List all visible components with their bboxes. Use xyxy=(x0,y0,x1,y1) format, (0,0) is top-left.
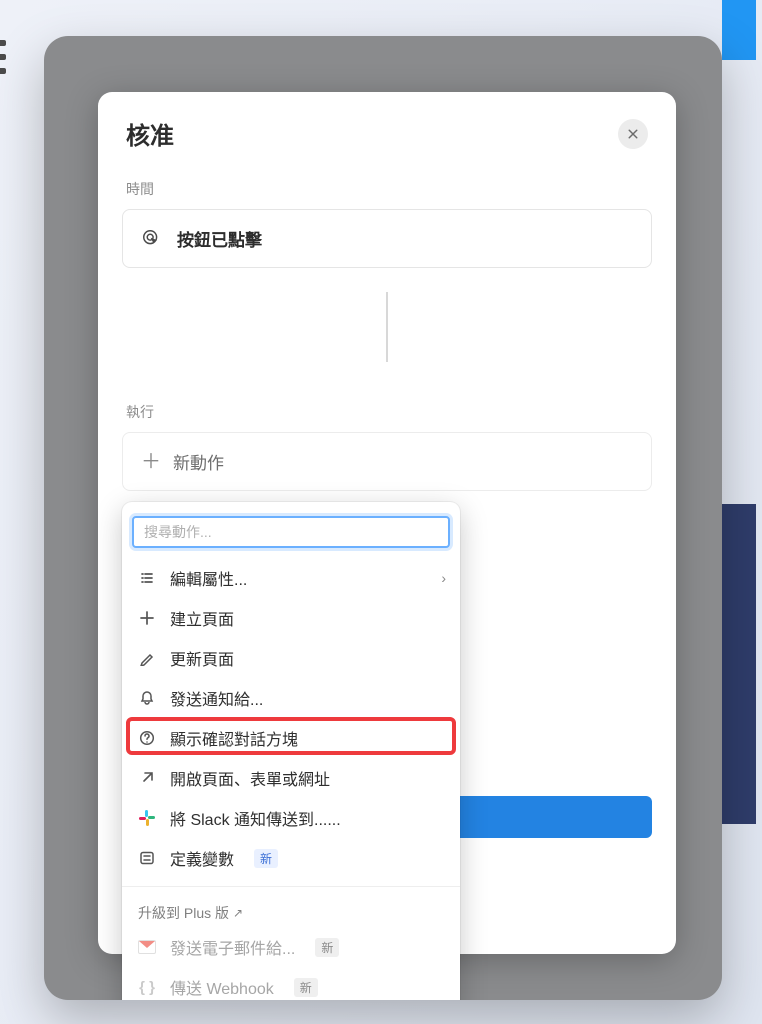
bell-icon xyxy=(138,689,156,707)
new-badge: 新 xyxy=(254,849,278,868)
braces-icon: { } xyxy=(138,978,156,996)
menu-item-slack-notification[interactable]: 將 Slack 通知傳送到...... xyxy=(122,798,460,838)
menu-item-label: 建立頁面 xyxy=(170,606,234,630)
new-action-label: 新動作 xyxy=(173,449,224,474)
menu-item-show-confirm-dialog[interactable]: 顯示確認對話方塊 xyxy=(122,718,460,758)
help-circle-icon xyxy=(138,729,156,747)
search-input[interactable] xyxy=(132,516,450,548)
hamburger-icon xyxy=(0,40,10,82)
menu-item-define-variable[interactable]: 定義變數 新 xyxy=(122,838,460,878)
chevron-right-icon: › xyxy=(441,570,446,586)
section-label-time: 時間 xyxy=(98,179,676,209)
menu-item-send-email[interactable]: 發送電子郵件給... 新 xyxy=(122,927,460,967)
new-badge: 新 xyxy=(294,978,318,997)
menu-item-open-page[interactable]: 開啟頁面、表單或網址 xyxy=(122,758,460,798)
plus-icon xyxy=(138,609,156,627)
bg-accent-side xyxy=(722,504,756,824)
slack-icon xyxy=(138,809,156,827)
plus-icon: ＋ xyxy=(141,452,161,472)
menu-item-update-page[interactable]: 更新頁面 xyxy=(122,638,460,678)
menu-item-create-page[interactable]: 建立頁面 xyxy=(122,598,460,638)
trigger-card[interactable]: 按鈕已點擊 xyxy=(122,209,652,268)
modal-header: 核准 xyxy=(98,92,676,179)
menu-item-edit-properties[interactable]: 編輯屬性... › xyxy=(122,558,460,598)
menu-item-label: 將 Slack 通知傳送到...... xyxy=(170,806,341,830)
modal-title: 核准 xyxy=(126,116,174,151)
menu-item-send-webhook[interactable]: { } 傳送 Webhook 新 xyxy=(122,967,460,1000)
menu-item-send-notification[interactable]: 發送通知給... xyxy=(122,678,460,718)
trigger-label: 按鈕已點擊 xyxy=(177,226,262,251)
new-badge: 新 xyxy=(315,938,339,957)
variable-icon xyxy=(138,849,156,867)
menu-item-label: 定義變數 xyxy=(170,846,234,870)
action-dropdown: 編輯屬性... › 建立頁面 更新頁面 發送通知給... xyxy=(122,502,460,1000)
automation-modal: 核准 時間 按鈕已點擊 執行 ＋ 新動作 xyxy=(98,92,676,954)
menu-divider xyxy=(122,886,460,887)
pencil-icon xyxy=(138,649,156,667)
backdrop-card: 核准 時間 按鈕已點擊 執行 ＋ 新動作 xyxy=(44,36,722,1000)
external-link-icon: ↗ xyxy=(233,906,243,920)
section-label-execute: 執行 xyxy=(98,402,676,432)
menu-item-label: 顯示確認對話方塊 xyxy=(170,726,298,750)
upgrade-plus-link[interactable]: 升級到 Plus 版 ↗ xyxy=(122,895,460,927)
menu-item-label: 傳送 Webhook xyxy=(170,975,274,999)
menu-item-label: 發送電子郵件給... xyxy=(170,935,295,959)
click-icon xyxy=(141,228,163,250)
menu-item-label: 開啟頁面、表單或網址 xyxy=(170,766,330,790)
gmail-icon xyxy=(138,938,156,956)
close-icon xyxy=(627,128,639,140)
new-action-button[interactable]: ＋ 新動作 xyxy=(122,432,652,491)
flow-connector xyxy=(98,268,676,402)
bg-accent-top xyxy=(722,0,756,60)
upgrade-label: 升級到 Plus 版 xyxy=(138,903,229,923)
external-link-icon xyxy=(138,769,156,787)
menu-item-label: 編輯屬性... xyxy=(170,566,247,590)
connector-line xyxy=(386,292,388,362)
list-icon xyxy=(138,569,156,587)
menu-item-label: 更新頁面 xyxy=(170,646,234,670)
close-button[interactable] xyxy=(618,119,648,149)
menu-item-label: 發送通知給... xyxy=(170,686,263,710)
